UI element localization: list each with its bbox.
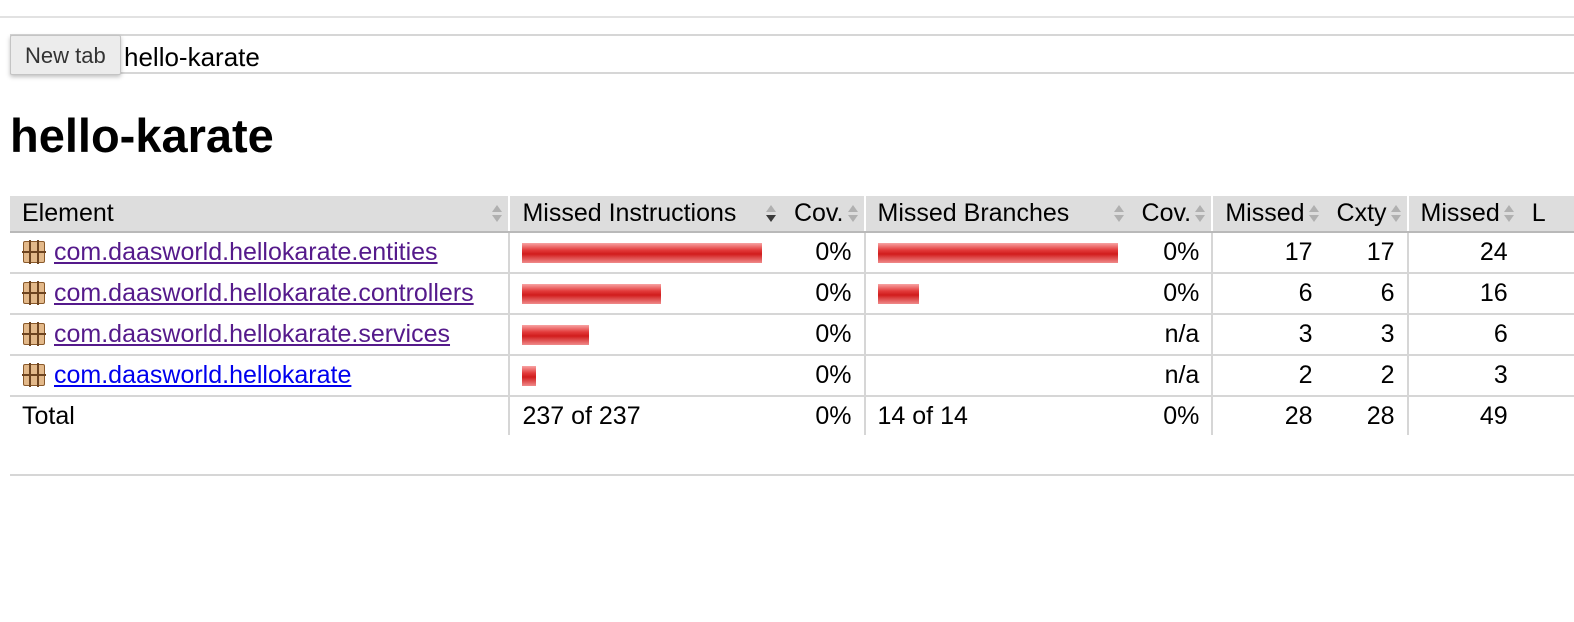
element-cell: com.daasworld.hellokarate <box>10 355 510 397</box>
column-header-missed-branches[interactable]: Missed Branches <box>863 196 1130 233</box>
package-link[interactable]: com.daasworld.hellokarate.services <box>54 320 450 348</box>
missed-branches-bar <box>877 243 1118 264</box>
new-tab-tooltip: New tab <box>10 35 121 75</box>
sort-icon <box>1113 205 1124 223</box>
package-link[interactable]: com.daasworld.hellokarate <box>54 361 351 389</box>
complexity-cell: 2 <box>1324 355 1408 397</box>
missed-lines-cell: 3 <box>1406 355 1520 397</box>
missed-branches-cell <box>863 355 1130 397</box>
total-cov-instructions: 0% <box>781 395 865 435</box>
sort-icon <box>1195 205 1206 223</box>
cov-instructions-cell: 0% <box>781 314 865 356</box>
missed-branches-bar <box>877 284 919 305</box>
missed-lines-cell: 24 <box>1406 232 1520 274</box>
missed-complexity-cell: 17 <box>1211 232 1325 274</box>
complexity-cell: 3 <box>1324 314 1408 356</box>
column-header-missed-instructions[interactable]: Missed Instructions <box>508 196 782 233</box>
package-link[interactable]: com.daasworld.hellokarate.controllers <box>54 279 474 307</box>
table-row: com.daasworld.hellokarate.services 0% n/a 3… <box>10 314 1574 356</box>
total-complexity: 28 <box>1324 395 1408 435</box>
column-header-cov-instructions[interactable]: Cov. <box>781 196 865 233</box>
sort-icon <box>1390 205 1401 223</box>
coverage-table: Element Missed Instructions Cov. Missed … <box>10 196 1574 435</box>
sort-icon <box>1503 205 1514 223</box>
lines-cell <box>1519 232 1574 274</box>
missed-instructions-bar <box>522 366 537 387</box>
top-divider <box>0 16 1574 18</box>
breadcrumb-item-session[interactable]: hello-karate <box>124 42 260 72</box>
cov-branches-cell: 0% <box>1129 273 1213 315</box>
element-cell: com.daasworld.hellokarate.services <box>10 314 510 356</box>
sort-descending-icon <box>765 205 776 223</box>
table-row: com.daasworld.hellokarate 0% n/a 2 2 3 <box>10 355 1574 397</box>
missed-lines-cell: 16 <box>1406 273 1520 315</box>
sort-icon <box>847 205 858 223</box>
cov-branches-cell: n/a <box>1129 314 1213 356</box>
complexity-cell: 6 <box>1324 273 1408 315</box>
missed-branches-cell <box>863 314 1130 356</box>
breadcrumb: hello-karate <box>10 34 1574 74</box>
lines-cell <box>1519 314 1574 356</box>
sort-icon <box>492 205 503 223</box>
cov-instructions-cell: 0% <box>781 355 865 397</box>
missed-instructions-bar <box>522 243 763 264</box>
missed-instructions-cell <box>508 355 782 397</box>
missed-branches-cell <box>863 232 1130 274</box>
total-label: Total <box>10 395 510 435</box>
complexity-cell: 17 <box>1324 232 1408 274</box>
column-header-missed-complexity[interactable]: Missed <box>1211 196 1325 233</box>
missed-complexity-cell: 3 <box>1211 314 1325 356</box>
package-icon <box>22 281 46 305</box>
total-missed-complexity: 28 <box>1211 395 1325 435</box>
element-cell: com.daasworld.hellokarate.controllers <box>10 273 510 315</box>
package-icon <box>22 363 46 387</box>
total-cov-branches: 0% <box>1129 395 1213 435</box>
missed-complexity-cell: 6 <box>1211 273 1325 315</box>
lines-cell <box>1519 273 1574 315</box>
table-header-row: Element Missed Instructions Cov. Missed … <box>10 196 1574 233</box>
element-cell: com.daasworld.hellokarate.entities <box>10 232 510 274</box>
column-header-cov-branches[interactable]: Cov. <box>1129 196 1213 233</box>
cov-instructions-cell: 0% <box>781 232 865 274</box>
missed-instructions-cell <box>508 273 782 315</box>
package-icon <box>22 240 46 264</box>
cov-branches-cell: 0% <box>1129 232 1213 274</box>
missed-instructions-cell <box>508 314 782 356</box>
total-missed-branches: 14 of 14 <box>863 395 1130 435</box>
column-header-lines[interactable]: L <box>1519 196 1574 233</box>
bottom-divider <box>10 474 1574 476</box>
missed-instructions-bar <box>522 284 662 305</box>
sort-icon <box>1308 205 1319 223</box>
lines-cell <box>1519 355 1574 397</box>
cov-instructions-cell: 0% <box>781 273 865 315</box>
total-missed-lines: 49 <box>1406 395 1520 435</box>
total-missed-instructions: 237 of 237 <box>508 395 782 435</box>
missed-branches-cell <box>863 273 1130 315</box>
package-link[interactable]: com.daasworld.hellokarate.entities <box>54 238 438 266</box>
table-row: com.daasworld.hellokarate.entities 0% 0% 17… <box>10 232 1574 274</box>
column-header-missed-lines[interactable]: Missed <box>1406 196 1520 233</box>
missed-instructions-cell <box>508 232 782 274</box>
table-row: com.daasworld.hellokarate.controllers 0% 0… <box>10 273 1574 315</box>
table-total-row: Total 237 of 237 0% 14 of 14 0% 28 28 49 <box>10 395 1574 435</box>
page-title: hello-karate <box>10 109 274 162</box>
package-icon <box>22 322 46 346</box>
total-lines <box>1519 395 1574 435</box>
cov-branches-cell: n/a <box>1129 355 1213 397</box>
column-header-element[interactable]: Element <box>10 196 510 233</box>
missed-instructions-bar <box>522 325 590 346</box>
column-header-complexity[interactable]: Cxty <box>1324 196 1408 233</box>
missed-lines-cell: 6 <box>1406 314 1520 356</box>
missed-complexity-cell: 2 <box>1211 355 1325 397</box>
